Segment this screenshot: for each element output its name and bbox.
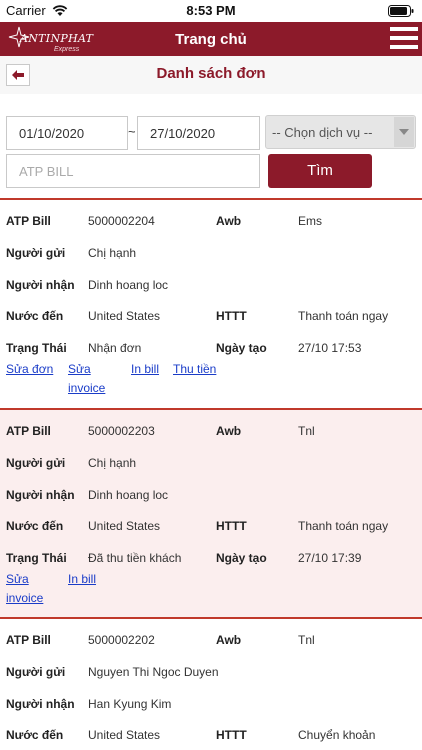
status-bar: Carrier 8:53 PM xyxy=(0,0,422,22)
awb-label: Awb xyxy=(216,424,242,438)
service-select[interactable]: -- Chọn dịch vụ -- xyxy=(265,115,416,149)
menu-icon xyxy=(390,27,418,31)
status-label: Trạng Thái xyxy=(6,551,67,565)
destination-value: United States xyxy=(88,309,161,323)
status-label: Trạng Thái xyxy=(6,341,67,355)
destination-label: Nước đến xyxy=(6,519,64,533)
receiver-value: Dinh hoang loc xyxy=(88,488,169,502)
awb-value: Ems xyxy=(298,214,322,228)
receiver-label: Người nhận xyxy=(6,488,75,502)
httt-label: HTTT xyxy=(216,728,247,742)
bill-search-input[interactable]: ATP BILL xyxy=(6,154,260,188)
subheader: Danh sách đơn xyxy=(0,56,422,94)
destination-label: Nước đến xyxy=(6,728,64,742)
order-card: ATP Bill 5000002202 Awb Tnl Người gửi Ng… xyxy=(0,617,422,750)
httt-label: HTTT xyxy=(216,519,247,533)
edit-invoice-link[interactable]: Sửa xyxy=(6,572,29,586)
created-value: 27/10 17:53 xyxy=(298,341,362,355)
sender-value: Chị hạnh xyxy=(88,246,137,260)
atp-bill-value: 5000002203 xyxy=(88,424,155,438)
date-separator: ~ xyxy=(128,124,136,139)
destination-value: United States xyxy=(88,728,161,742)
order-card: ATP Bill 5000002204 Awb Ems Người gửi Ch… xyxy=(0,198,422,408)
sender-label: Người gửi xyxy=(6,665,66,679)
httt-value: Thanh toán ngay xyxy=(298,309,389,323)
edit-invoice-link[interactable]: Sửa xyxy=(68,362,91,376)
print-bill-link[interactable]: In bill xyxy=(131,362,159,376)
atp-bill-label: ATP Bill xyxy=(6,424,51,438)
date-to-input[interactable]: 27/10/2020 xyxy=(137,116,260,150)
created-value: 27/10 17:39 xyxy=(298,551,362,565)
search-button[interactable]: Tìm xyxy=(268,154,372,188)
status-value: Đã thu tiền khách xyxy=(88,551,182,565)
sender-value: Nguyen Thi Ngoc Duyen xyxy=(88,665,219,679)
atp-bill-value: 5000002202 xyxy=(88,633,155,647)
atp-bill-value: 5000002204 xyxy=(88,214,155,228)
receiver-value: Dinh hoang loc xyxy=(88,278,169,292)
edit-invoice-link-line2[interactable]: invoice xyxy=(68,381,105,395)
atp-bill-label: ATP Bill xyxy=(6,214,51,228)
sender-value: Chị hạnh xyxy=(88,456,137,470)
receiver-value: Han Kyung Kim xyxy=(88,697,172,711)
created-label: Ngày tạo xyxy=(216,341,267,355)
status-time: 8:53 PM xyxy=(186,3,236,18)
httt-value: Thanh toán ngay xyxy=(298,519,389,533)
sender-label: Người gửi xyxy=(6,456,66,470)
edit-order-link[interactable]: Sửa đơn xyxy=(6,362,53,376)
collect-payment-link[interactable]: Thu tiền xyxy=(173,362,216,376)
service-select-label: -- Chọn dịch vụ -- xyxy=(272,125,373,140)
order-card: ATP Bill 5000002203 Awb Tnl Người gửi Ch… xyxy=(0,408,422,617)
app-header: ANTINPHAT Express Trang chủ xyxy=(0,22,422,56)
atp-bill-label: ATP Bill xyxy=(6,633,51,647)
awb-value: Tnl xyxy=(298,633,315,647)
date-from-input[interactable]: 01/10/2020 xyxy=(6,116,128,150)
sender-label: Người gửi xyxy=(6,246,66,260)
status-value: Nhận đơn xyxy=(88,341,142,355)
receiver-label: Người nhận xyxy=(6,697,75,711)
awb-label: Awb xyxy=(216,214,242,228)
edit-invoice-link-line2[interactable]: invoice xyxy=(6,591,43,605)
awb-label: Awb xyxy=(216,633,242,647)
destination-label: Nước đến xyxy=(6,309,64,323)
filter-panel: 01/10/2020 ~ 27/10/2020 -- Chọn dịch vụ … xyxy=(0,94,422,198)
awb-value: Tnl xyxy=(298,424,315,438)
created-label: Ngày tạo xyxy=(216,551,267,565)
print-bill-link[interactable]: In bill xyxy=(68,572,96,586)
page-title: Trang chủ xyxy=(175,31,247,48)
receiver-label: Người nhận xyxy=(6,278,75,292)
list-title: Danh sách đơn xyxy=(156,65,266,82)
httt-value: Chuyển khoản xyxy=(298,728,376,742)
battery-icon xyxy=(388,5,414,17)
httt-label: HTTT xyxy=(216,309,247,323)
menu-button[interactable] xyxy=(390,24,418,54)
destination-value: United States xyxy=(88,519,161,533)
chevron-down-icon xyxy=(394,117,414,147)
